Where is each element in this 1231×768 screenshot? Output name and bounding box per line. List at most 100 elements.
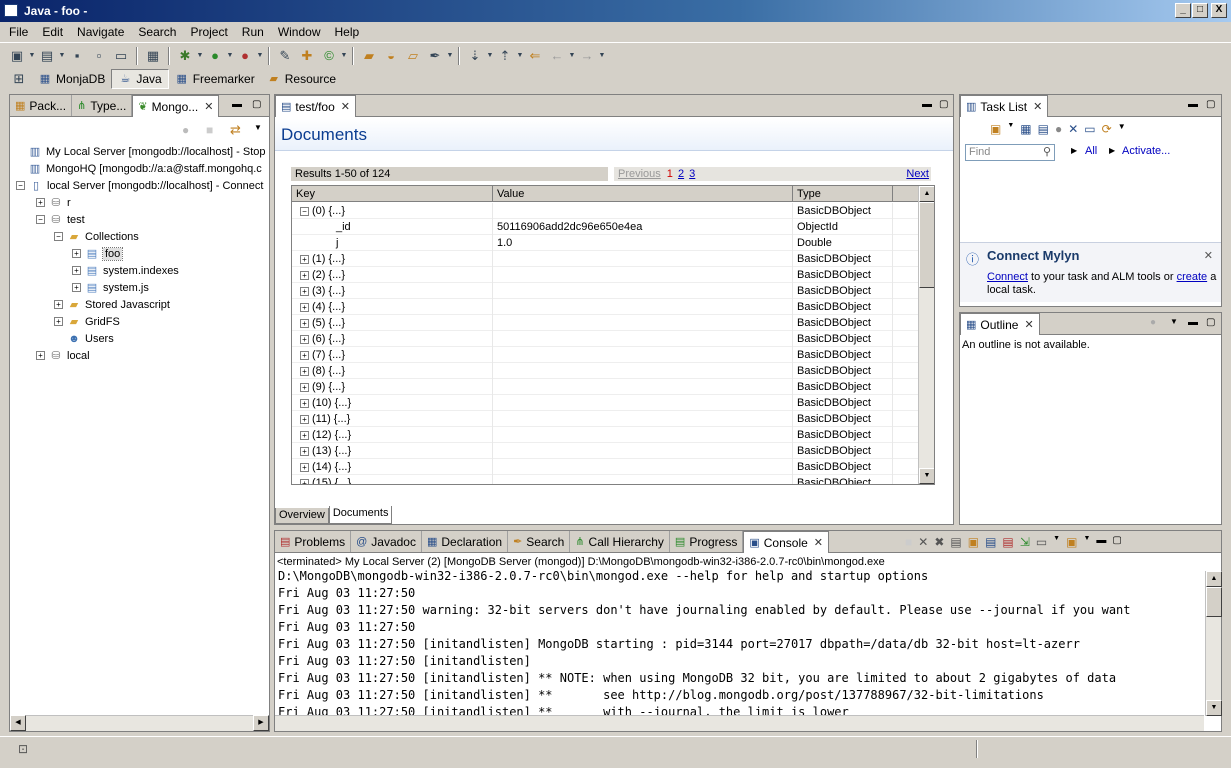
expand-icon[interactable]: +	[300, 398, 309, 408]
new-task-icon[interactable]: ▣	[990, 122, 1001, 136]
find-input[interactable]: Find ⚲	[965, 144, 1055, 161]
table-row[interactable]: + (7) {...} BasicDBObject	[292, 347, 919, 363]
console-icon[interactable]: ▦	[144, 47, 162, 65]
close-tab-icon[interactable]: ✕	[341, 100, 350, 113]
tab-call-hierarchy[interactable]: ⋔ Call Hierarchy	[570, 531, 670, 552]
new-package-icon[interactable]: ✚	[298, 47, 316, 65]
expand-all-icon[interactable]: ▭	[1084, 122, 1095, 136]
menu-edit[interactable]: Edit	[35, 25, 70, 39]
tree-node-users[interactable]: ☻ Users	[67, 330, 114, 347]
maximize-view-icon[interactable]: ▢	[1112, 535, 1121, 549]
all-link[interactable]: All	[1085, 145, 1097, 157]
prev-annotation-icon[interactable]: ⇡	[496, 47, 514, 65]
expand-icon[interactable]: +	[300, 302, 309, 312]
collapse-icon[interactable]: −	[36, 215, 45, 224]
debug-dropdown-icon[interactable]: ▼	[196, 47, 204, 65]
tab-outline[interactable]: ▦ Outline ✕	[960, 313, 1040, 335]
page-2-link[interactable]: 2	[678, 168, 684, 180]
tab-package-explorer[interactable]: ▦ Pack...	[10, 95, 73, 116]
minimize-view-icon[interactable]: ▬	[1096, 535, 1106, 549]
minimize-view-icon[interactable]: ▬	[1188, 99, 1198, 110]
maximize-view-icon[interactable]: ▢	[1206, 99, 1215, 110]
previous-link[interactable]: Previous	[618, 168, 661, 180]
close-tab-icon[interactable]: ✕	[204, 100, 213, 113]
menu-help[interactable]: Help	[328, 25, 367, 39]
tab-javadoc[interactable]: @ Javadoc	[351, 531, 422, 552]
scroll-right-icon[interactable]: ▶	[253, 715, 269, 731]
view-menu-icon[interactable]: ▼	[1118, 122, 1126, 136]
external-tools-dropdown-icon[interactable]: ▼	[256, 47, 264, 65]
new-icon[interactable]: ▣	[8, 47, 26, 65]
run-icon[interactable]: ●	[206, 47, 224, 65]
close-button[interactable]: X	[1211, 3, 1227, 18]
new-dropdown-icon[interactable]: ▼	[28, 47, 36, 65]
show-stderr-icon[interactable]: ▤	[1002, 535, 1013, 549]
view-menu-icon[interactable]: ▼	[1170, 317, 1178, 326]
table-row[interactable]: + (10) {...} BasicDBObject	[292, 395, 919, 411]
maximize-button[interactable]: □	[1192, 3, 1208, 18]
tab-test-foo[interactable]: ▤ test/foo ✕	[275, 95, 356, 117]
table-row[interactable]: + (2) {...} BasicDBObject	[292, 267, 919, 283]
expand-icon[interactable]: +	[300, 462, 309, 472]
terminate-icon[interactable]: ■	[905, 535, 912, 549]
scroll-left-icon[interactable]: ◀	[10, 715, 26, 731]
perspective-resource[interactable]: ▰ Resource	[261, 69, 342, 89]
new-project-dropdown-icon[interactable]: ▼	[58, 47, 66, 65]
tab-mongo[interactable]: ❦ Mongo... ✕	[132, 95, 220, 117]
table-row[interactable]: + (11) {...} BasicDBObject	[292, 411, 919, 427]
display-console-dropdown-icon[interactable]: ▼	[1053, 535, 1060, 549]
table-row[interactable]: + (9) {...} BasicDBObject	[292, 379, 919, 395]
tree-node-collections[interactable]: − ▰ Collections	[54, 228, 139, 245]
sync-icon[interactable]: ⟳	[1102, 122, 1112, 136]
expand-icon[interactable]: +	[300, 478, 309, 484]
menu-window[interactable]: Window	[271, 25, 328, 39]
view-menu-icon[interactable]: ▼	[254, 123, 262, 132]
last-edit-icon[interactable]: ⇐	[526, 47, 544, 65]
scroll-down-icon[interactable]: ▼	[1206, 700, 1222, 716]
maximize-view-icon[interactable]: ▢	[252, 99, 261, 110]
expand-icon[interactable]: +	[72, 249, 81, 258]
expand-icon[interactable]: +	[300, 382, 309, 392]
page-3-link[interactable]: 3	[689, 168, 695, 180]
scroll-thumb[interactable]	[1206, 587, 1222, 617]
search-icon[interactable]: ⚲	[1043, 145, 1051, 160]
close-tab-icon[interactable]: ✕	[1033, 100, 1042, 113]
collapse-icon[interactable]: −	[16, 181, 25, 190]
table-row[interactable]: + (8) {...} BasicDBObject	[292, 363, 919, 379]
stop-icon[interactable]: ■	[206, 123, 213, 137]
scroll-up-icon[interactable]: ▲	[1206, 571, 1222, 587]
connect-link[interactable]: Connect	[987, 271, 1028, 283]
column-key[interactable]: Key	[292, 186, 493, 202]
open-task-icon[interactable]: ◒	[382, 47, 400, 65]
tab-search[interactable]: ✒ Search	[508, 531, 571, 552]
tab-declaration[interactable]: ▦ Declaration	[422, 531, 509, 552]
focus-icon[interactable]: ●	[1055, 122, 1062, 136]
menu-navigate[interactable]: Navigate	[70, 25, 131, 39]
new-class-dropdown-icon[interactable]: ▼	[340, 47, 348, 65]
expand-icon[interactable]: +	[72, 266, 81, 275]
tree-node-db-test[interactable]: − ⛁ test	[36, 211, 85, 228]
expand-icon[interactable]: +	[300, 334, 309, 344]
perspective-monjadb[interactable]: ▦ MonjaDB	[32, 69, 111, 89]
tab-progress[interactable]: ▤ Progress	[670, 531, 744, 552]
expand-icon[interactable]: +	[54, 317, 63, 326]
save-all-icon[interactable]: ▫	[90, 47, 108, 65]
save-icon[interactable]: ▪	[68, 47, 86, 65]
expand-icon[interactable]: +	[54, 300, 63, 309]
tree-node-gridfs[interactable]: + ▰ GridFS	[54, 313, 120, 330]
console-vscrollbar[interactable]: ▲ ▼	[1205, 571, 1222, 716]
external-tools-icon[interactable]: ●	[236, 47, 254, 65]
next-link[interactable]: Next	[906, 167, 929, 181]
new-class-icon[interactable]: ©	[320, 47, 338, 65]
back-dropdown-icon[interactable]: ▼	[568, 47, 576, 65]
prev-annotation-dropdown-icon[interactable]: ▼	[516, 47, 524, 65]
menu-file[interactable]: File	[2, 25, 35, 39]
expand-icon[interactable]: +	[300, 270, 309, 280]
expand-icon[interactable]: +	[300, 350, 309, 360]
fast-view-icon[interactable]: ⊡	[18, 742, 28, 756]
table-row[interactable]: + (13) {...} BasicDBObject	[292, 443, 919, 459]
pin-console-icon[interactable]: ⇲	[1020, 535, 1030, 549]
print-icon[interactable]: ▭	[112, 47, 130, 65]
console-hscrollbar[interactable]	[275, 715, 1204, 731]
expand-icon[interactable]: +	[300, 430, 309, 440]
